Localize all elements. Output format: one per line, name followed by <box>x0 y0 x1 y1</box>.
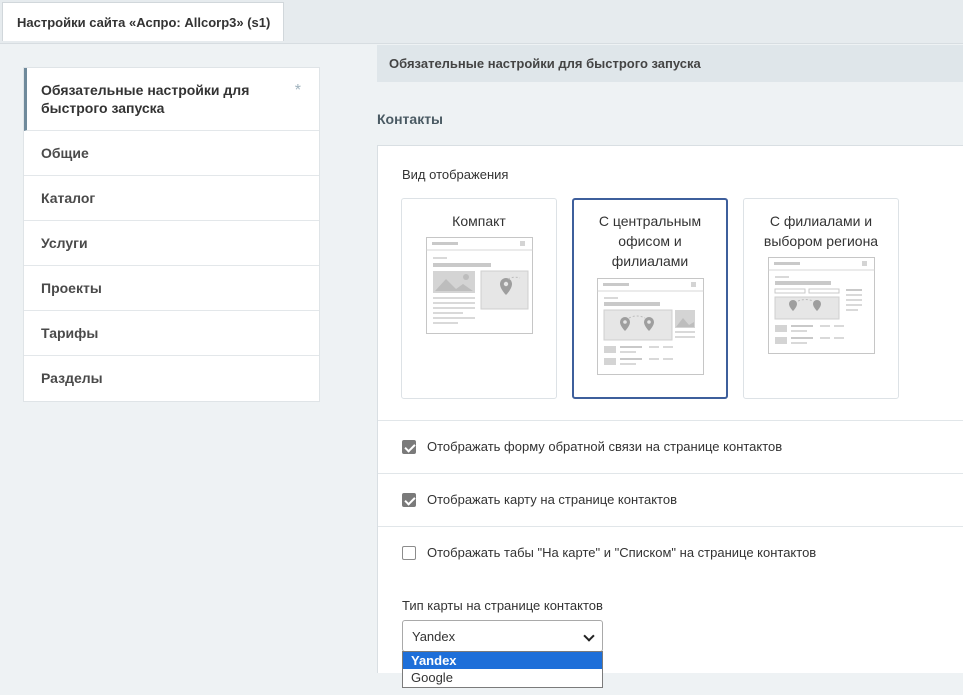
sidebar-item-quick-start[interactable]: Обязательные настройки для быстрого запу… <box>24 68 319 131</box>
option-label: Отображать форму обратной связи на стран… <box>427 439 783 454</box>
sidebar-item-projects[interactable]: Проекты <box>24 266 319 311</box>
page-title: Обязательные настройки для быстрого запу… <box>377 45 963 82</box>
sidebar-item-label: Общие <box>41 145 89 161</box>
view-type-block: Вид отображения Компакт С центральным оф… <box>378 146 963 421</box>
central-office-layout-preview-icon <box>597 278 704 375</box>
option-feedback-form: Отображать форму обратной связи на стран… <box>378 421 963 474</box>
view-option-label: С филиалами и выбором региона <box>763 213 879 249</box>
view-option-central-office[interactable]: С центральным офисом и филиалами <box>572 198 728 399</box>
dropdown-option-google[interactable]: Google <box>403 669 602 686</box>
sidebar-item-sections[interactable]: Разделы <box>24 356 319 401</box>
option-show-map: Отображать карту на странице контактов <box>378 474 963 527</box>
show-map-checkbox[interactable] <box>402 493 416 507</box>
compact-layout-preview-icon <box>426 237 533 334</box>
sidebar-item-label: Разделы <box>41 370 103 386</box>
map-type-select[interactable]: Yandex <box>402 620 603 652</box>
sidebar-item-label: Обязательные настройки для быстрого запу… <box>41 82 250 116</box>
option-label: Отображать карту на странице контактов <box>427 492 677 507</box>
tab-bar: Настройки сайта «Аспро: Allcorp3» (s1) <box>0 0 963 44</box>
sidebar-item-label: Тарифы <box>41 325 99 341</box>
option-map-list-tabs: Отображать табы "На карте" и "Списком" н… <box>378 527 963 580</box>
sidebar-item-tariffs[interactable]: Тарифы <box>24 311 319 356</box>
settings-sidebar: Обязательные настройки для быстрого запу… <box>23 67 320 402</box>
required-star-icon: * <box>294 82 301 99</box>
sidebar-item-services[interactable]: Услуги <box>24 221 319 266</box>
view-option-label: Компакт <box>452 213 506 229</box>
contacts-settings-panel: Вид отображения Компакт С центральным оф… <box>377 145 963 673</box>
view-type-label: Вид отображения <box>402 167 509 182</box>
map-list-tabs-checkbox[interactable] <box>402 546 416 560</box>
region-layout-preview-icon <box>768 257 875 354</box>
sidebar-item-catalog[interactable]: Каталог <box>24 176 319 221</box>
map-type-label: Тип карты на странице контактов <box>402 598 603 613</box>
map-type-dropdown: Yandex Google <box>402 651 603 688</box>
view-option-region-select[interactable]: С филиалами и выбором региона <box>743 198 899 399</box>
sidebar-item-label: Каталог <box>41 190 96 206</box>
sidebar-item-label: Услуги <box>41 235 88 251</box>
chevron-down-icon <box>583 630 595 642</box>
view-option-compact[interactable]: Компакт <box>401 198 557 399</box>
section-title-contacts: Контакты <box>377 111 444 127</box>
sidebar-item-general[interactable]: Общие <box>24 131 319 176</box>
dropdown-option-yandex[interactable]: Yandex <box>403 652 602 669</box>
sidebar-item-label: Проекты <box>41 280 102 296</box>
option-label: Отображать табы "На карте" и "Списком" н… <box>427 545 817 560</box>
map-type-value: Yandex <box>412 629 456 644</box>
view-option-label: С центральным офисом и филиалами <box>598 213 702 269</box>
tab-site-settings[interactable]: Настройки сайта «Аспро: Allcorp3» (s1) <box>2 2 284 41</box>
feedback-form-checkbox[interactable] <box>402 440 416 454</box>
